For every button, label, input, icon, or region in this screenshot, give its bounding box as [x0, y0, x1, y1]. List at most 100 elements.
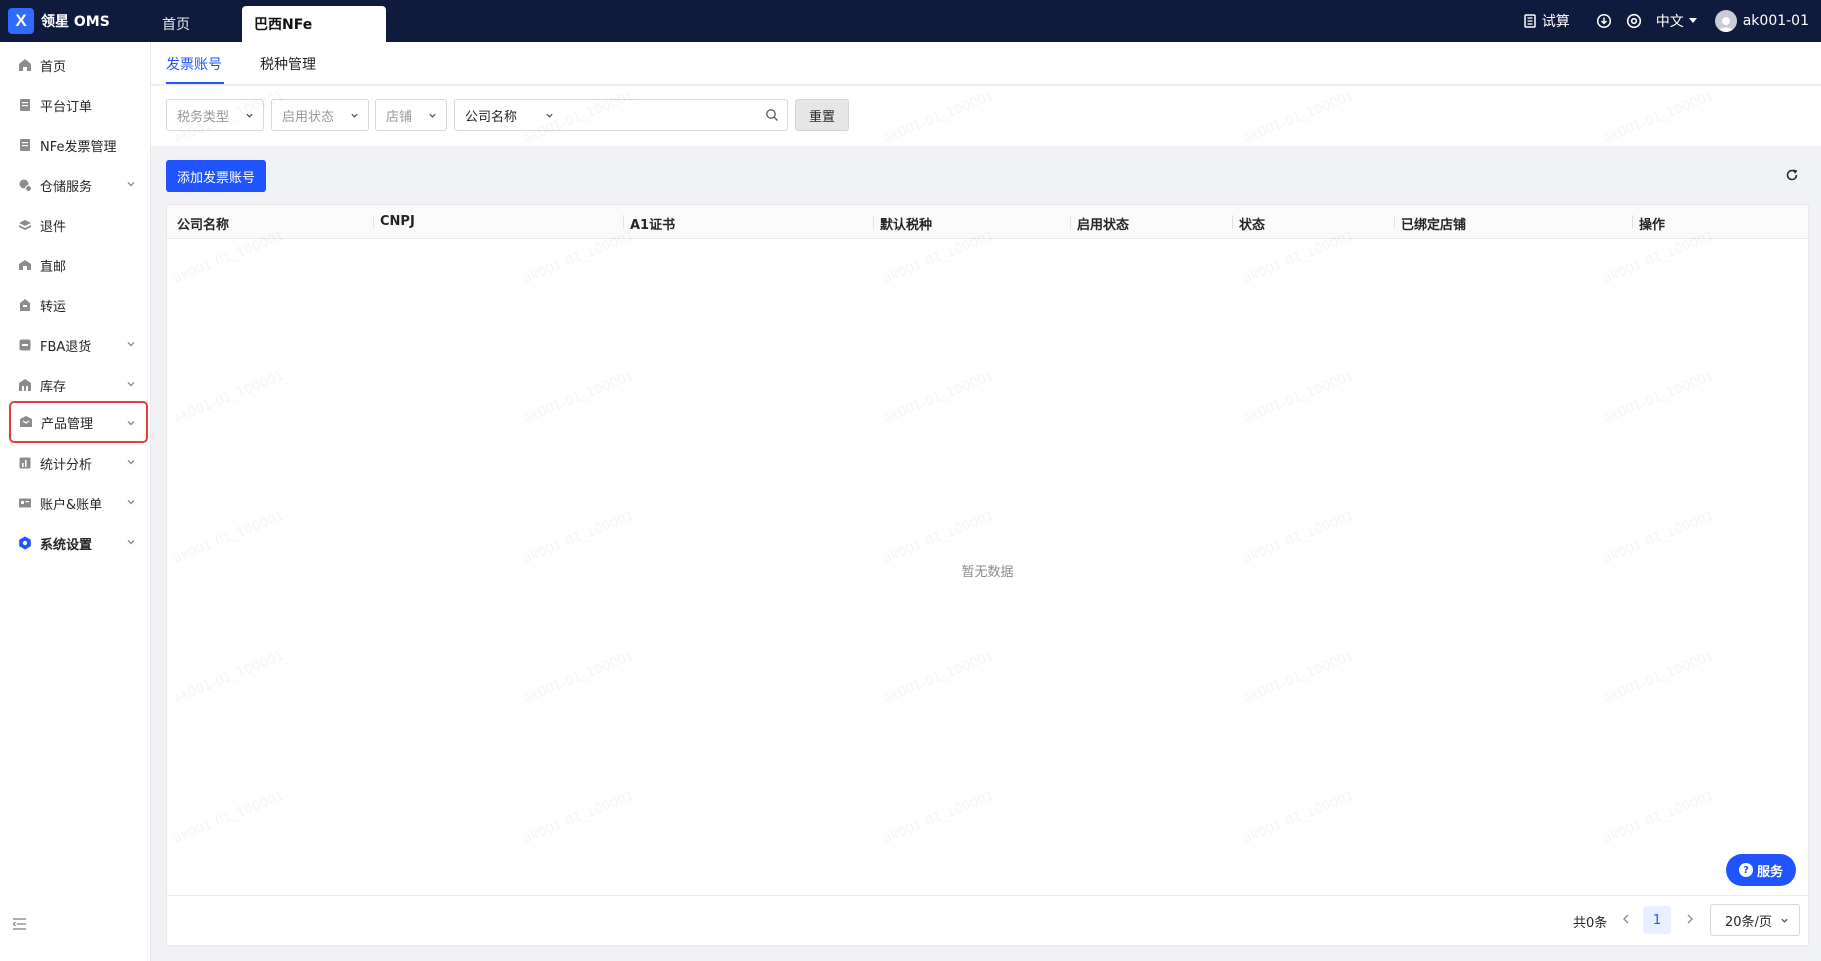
enable-status-placeholder: 启用状态 [282, 109, 335, 125]
chevron-down-icon [351, 113, 358, 118]
column-divider [1070, 215, 1071, 229]
gear-icon [1626, 13, 1641, 29]
sidebar-item-transfer[interactable]: 转运 [10, 287, 146, 323]
sidebar-item-platform-orders[interactable]: 平台订单 [10, 87, 146, 123]
tax-type-select[interactable]: 税务类型 [166, 99, 264, 131]
column-divider [1394, 215, 1395, 229]
page-size-select[interactable]: 20条/页 [1710, 904, 1800, 936]
sidebar-item-system-settings[interactable]: 系统设置 [10, 525, 146, 561]
sidebar-collapse-button[interactable] [12, 917, 28, 935]
pagination-total: 共0条 [1573, 916, 1608, 931]
sidebar-item-nfe-invoices[interactable]: NFe发票管理 [10, 127, 146, 163]
logo[interactable]: X 领星 OMS [8, 8, 110, 34]
chevron-down-icon [127, 182, 135, 187]
sidebar-item-fba-returns[interactable]: FBA退货 [10, 327, 146, 363]
sidebar-item-label: 库存 [40, 379, 67, 395]
avatar [1714, 10, 1737, 32]
chevron-down-icon [127, 500, 135, 505]
chevron-down-icon [127, 540, 135, 545]
stats-icon [18, 456, 32, 470]
tab-brazil-nfe[interactable]: 巴西NFe [242, 6, 386, 42]
calc-button[interactable]: 试算 [1522, 11, 1570, 31]
sidebar-item-direct-mail[interactable]: 直邮 [10, 247, 146, 283]
chevron-down-icon [127, 342, 135, 347]
sidebar-item-label: 直邮 [40, 259, 67, 275]
tax-type-placeholder: 税务类型 [177, 109, 230, 125]
sidebar-item-product-management[interactable]: 产品管理 [9, 401, 148, 443]
sidebar-item-account-billing[interactable]: 账户&账单 [10, 485, 146, 521]
chevron-down-icon [429, 113, 436, 118]
service-label: 服务 [1756, 864, 1783, 880]
sidebar-item-returns[interactable]: 退件 [10, 207, 146, 243]
transfer-icon [18, 298, 32, 312]
sidebar-item-label: 统计分析 [40, 457, 93, 473]
inventory-icon [18, 378, 32, 392]
sidebar-item-inventory[interactable]: 库存 [10, 367, 146, 403]
chevron-down-icon [546, 113, 553, 118]
column-divider [623, 215, 624, 229]
tab-invoice-accounts[interactable]: 发票账号 [166, 54, 222, 74]
clipboard-icon [18, 138, 32, 152]
search-icon[interactable] [765, 108, 779, 122]
tab-home[interactable]: 首页 [150, 6, 202, 42]
chevron-down-icon [127, 382, 135, 387]
reset-button[interactable]: 重置 [795, 99, 849, 131]
column-header: 状态 [1239, 218, 1266, 233]
chevron-left-icon[interactable] [1621, 913, 1631, 925]
sidebar-item-label: 首页 [40, 59, 67, 75]
logo-mark: X [8, 8, 34, 34]
chevron-right-icon[interactable] [1685, 913, 1695, 925]
empty-state-text: 暂无数据 [961, 565, 1014, 580]
store-placeholder: 店铺 [386, 109, 413, 125]
sidebar-item-label: 退件 [40, 219, 67, 235]
service-button[interactable]: ? 服务 [1726, 854, 1796, 886]
chevron-down-icon [246, 113, 253, 118]
settings-button[interactable] [1626, 13, 1642, 29]
user-icon [1717, 17, 1734, 32]
column-header: CNPJ [380, 214, 415, 229]
add-invoice-account-button[interactable]: 添加发票账号 [166, 160, 266, 192]
sidebar-item-label: 转运 [40, 299, 67, 315]
sidebar-item-statistics[interactable]: 统计分析 [10, 445, 146, 481]
column-divider [873, 215, 874, 229]
sidebar-item-warehouse-service[interactable]: 仓储服务 [10, 167, 146, 203]
chevron-down-icon [1781, 918, 1788, 923]
column-header: 默认税种 [880, 218, 933, 233]
sidebar-item-label: 产品管理 [41, 416, 94, 432]
refresh-button[interactable] [1785, 168, 1799, 186]
column-divider [373, 215, 374, 229]
store-select[interactable]: 店铺 [375, 99, 447, 131]
sidebar-item-label: NFe发票管理 [40, 139, 117, 155]
sidebar-item-label: FBA退货 [40, 339, 92, 355]
calc-label: 试算 [1541, 14, 1570, 30]
table-header: 公司名称 CNPJ A1证书 默认税种 启用状态 状态 已绑定店铺 操作 [167, 205, 1808, 239]
search-field-label: 公司名称 [465, 109, 518, 125]
home-icon [18, 58, 32, 72]
column-header: 操作 [1639, 218, 1666, 233]
language-select[interactable]: 中文 [1656, 11, 1697, 31]
user-menu[interactable]: ak001-01 [1714, 10, 1809, 32]
sidebar: 首页 平台订单 NFe发票管理 仓储服务 退件 直邮 转运 FBA退货 库存 产… [0, 42, 151, 961]
help-icon: ? [1738, 863, 1753, 877]
search-field-select[interactable]: 公司名称 [454, 99, 564, 131]
page-1-button[interactable]: 1 [1643, 906, 1671, 934]
pagination: 共0条 1 20条/页 [167, 895, 1808, 945]
tab-tax-type-management[interactable]: 税种管理 [260, 54, 316, 74]
column-header: A1证书 [630, 218, 676, 233]
download-button[interactable] [1596, 13, 1612, 29]
refresh-icon [1786, 169, 1798, 181]
invoice-accounts-table: 公司名称 CNPJ A1证书 默认税种 启用状态 状态 已绑定店铺 操作 暂无数… [166, 204, 1809, 946]
search-input[interactable] [563, 99, 788, 131]
enable-status-select[interactable]: 启用状态 [271, 99, 369, 131]
warehouse-service-icon [18, 178, 32, 192]
filter-bar: 税务类型 启用状态 店铺 公司名称 重置 [151, 86, 1821, 146]
user-name: ak001-01 [1742, 13, 1809, 29]
sidebar-item-home[interactable]: 首页 [10, 47, 146, 83]
fba-icon [18, 338, 32, 352]
calculator-icon [1523, 14, 1536, 28]
chevron-down-icon [127, 421, 135, 426]
sidebar-item-label: 系统设置 [40, 537, 93, 553]
download-icon [1596, 13, 1611, 29]
brand-name: 领星 OMS [41, 14, 110, 30]
settings-icon [18, 536, 32, 550]
